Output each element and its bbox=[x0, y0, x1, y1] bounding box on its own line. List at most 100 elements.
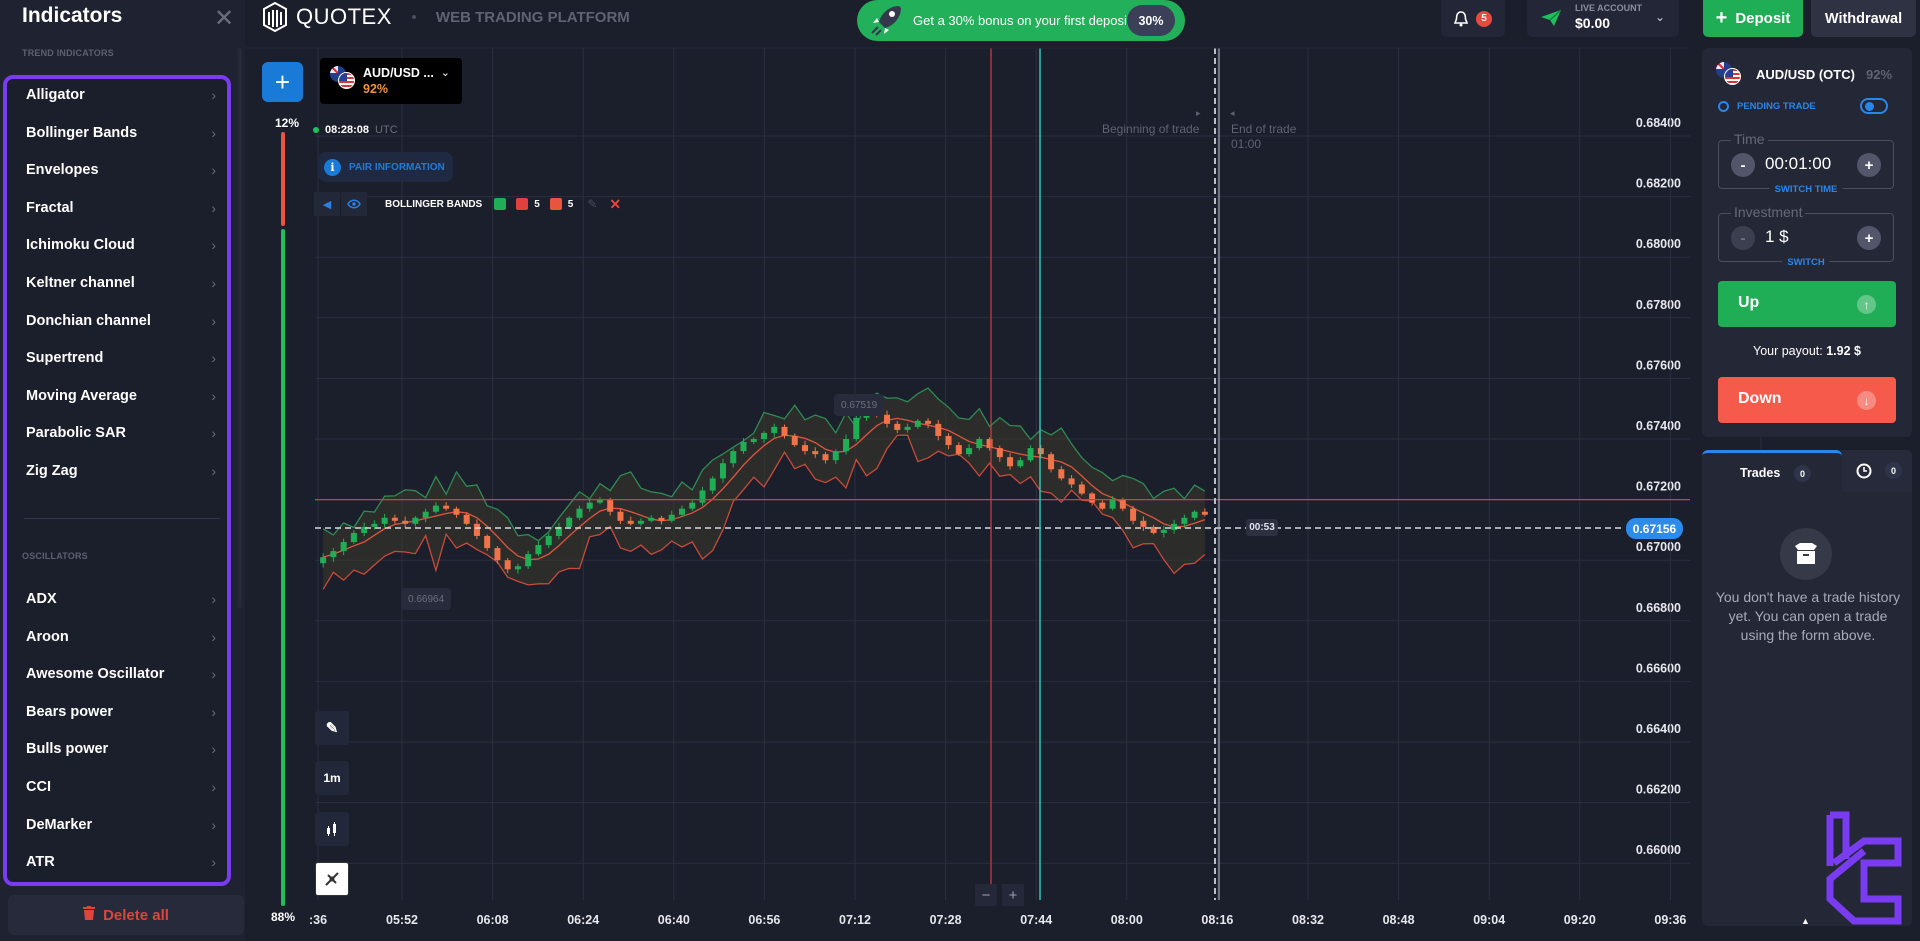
time-value-input[interactable]: 00:01:00 bbox=[1765, 154, 1831, 174]
indicator-item[interactable]: Bears power › bbox=[26, 698, 216, 726]
delete-all-button[interactable]: Delete all bbox=[8, 895, 244, 935]
candle-body bbox=[1058, 469, 1065, 479]
investment-increase-button[interactable]: + bbox=[1857, 226, 1881, 250]
candle-body bbox=[1078, 484, 1085, 494]
indicator-item[interactable]: CCI › bbox=[26, 773, 216, 801]
y-tick-label: 0.66400 bbox=[1636, 722, 1681, 736]
current-price-badge: 0.67156 bbox=[1626, 518, 1683, 539]
indicator-item[interactable]: Awesome Oscillator › bbox=[26, 660, 216, 688]
indicator-item[interactable]: DeMarker › bbox=[26, 811, 216, 839]
candle-body bbox=[966, 448, 973, 455]
trade-asset-name: AUD/USD (OTC) bbox=[1756, 67, 1855, 82]
arrow-up-icon: ↑ bbox=[1857, 295, 1876, 314]
indicators-button[interactable] bbox=[315, 862, 349, 896]
indicator-item-label: Alligator bbox=[26, 87, 85, 103]
account-selector[interactable]: LIVE ACCOUNT $0.00 ⌄ bbox=[1527, 0, 1679, 37]
time-increase-button[interactable]: + bbox=[1857, 153, 1881, 177]
candle-body bbox=[945, 435, 952, 446]
investment-decrease-button[interactable]: - bbox=[1731, 226, 1755, 250]
indicator-item[interactable]: Parabolic SAR › bbox=[26, 419, 216, 447]
indicator-item[interactable]: Aroon › bbox=[26, 623, 216, 651]
indicator-item[interactable]: Zig Zag › bbox=[26, 457, 216, 485]
candle-body bbox=[955, 445, 962, 455]
withdrawal-button[interactable]: Withdrawal bbox=[1811, 0, 1916, 37]
x-tick-label: 06:24 bbox=[567, 913, 599, 927]
candle-body bbox=[1027, 448, 1034, 461]
candle-body bbox=[719, 463, 726, 479]
drawing-tools-button[interactable]: ✎ bbox=[315, 711, 349, 745]
indicator-item[interactable]: Bulls power › bbox=[26, 735, 216, 763]
chevron-right-icon: › bbox=[211, 854, 216, 871]
candle-body bbox=[494, 548, 501, 561]
scrollbar[interactable] bbox=[238, 48, 242, 608]
pencil-icon[interactable]: ✎ bbox=[587, 197, 597, 211]
toggle-visibility-button[interactable] bbox=[341, 192, 367, 216]
candle-body bbox=[473, 523, 480, 536]
candle-body bbox=[432, 505, 439, 512]
remove-indicator-icon[interactable]: ✕ bbox=[609, 196, 621, 213]
pencil-icon: ✎ bbox=[325, 720, 339, 737]
deposit-button[interactable]: + Deposit bbox=[1703, 0, 1803, 37]
indicator-color-swatch-1[interactable] bbox=[494, 198, 507, 210]
switch-time-button[interactable]: SWITCH TIME bbox=[1769, 184, 1843, 195]
indicator-item[interactable]: ADX › bbox=[26, 585, 216, 613]
candle-body bbox=[1171, 523, 1178, 530]
clock-icon bbox=[1718, 101, 1729, 112]
rocket-icon bbox=[871, 6, 901, 36]
promo-banner[interactable]: Get a 30% bonus on your first deposit 30… bbox=[857, 0, 1185, 41]
chevron-right-icon: › bbox=[211, 199, 216, 216]
indicator-item[interactable]: Bollinger Bands › bbox=[26, 119, 216, 147]
y-tick-label: 0.66000 bbox=[1636, 843, 1681, 857]
end-of-trade-time: 01:00 bbox=[1231, 137, 1262, 151]
indicator-item[interactable]: Fractal › bbox=[26, 194, 216, 222]
zoom-in-button[interactable]: + bbox=[1002, 884, 1024, 906]
indicator-item-label: Aroon bbox=[26, 628, 69, 645]
asset-selector[interactable]: AUD/USD ... 92% ⌄ bbox=[320, 58, 462, 104]
zoom-out-button[interactable]: − bbox=[975, 884, 997, 906]
investment-value-input[interactable]: 1 $ bbox=[1765, 227, 1789, 247]
chevron-right-icon: › bbox=[211, 463, 216, 479]
close-icon[interactable]: ✕ bbox=[214, 4, 234, 33]
add-chart-button[interactable]: + bbox=[262, 62, 303, 102]
tab-history[interactable]: 0 bbox=[1842, 450, 1912, 492]
time-decrease-button[interactable]: - bbox=[1731, 153, 1755, 177]
pair-information-button[interactable]: i PAIR INFORMATION bbox=[318, 152, 453, 182]
indicator-item[interactable]: Donchian channel › bbox=[26, 307, 216, 335]
y-tick-label: 0.67600 bbox=[1636, 358, 1681, 372]
indicator-item[interactable]: Alligator › bbox=[26, 81, 216, 109]
sentiment-up-percent: 12% bbox=[275, 116, 300, 130]
chevron-right-icon: › bbox=[211, 703, 216, 720]
indicator-color-swatch-2[interactable] bbox=[516, 198, 529, 210]
up-button[interactable]: Up ↑ bbox=[1718, 281, 1896, 327]
beginning-of-trade-label: Beginning of trade bbox=[1102, 122, 1200, 136]
empty-trades-message: You don't have a trade history yet. You … bbox=[1715, 589, 1901, 643]
expand-arrow-icon[interactable]: ▲ bbox=[1801, 916, 1810, 926]
price-chart[interactable]: 0.68400 0.68200 0.68000 0.67800 0.67600 0.674… bbox=[0, 0, 1920, 941]
candle-body bbox=[525, 554, 532, 567]
indicator-item[interactable]: Keltner channel › bbox=[26, 269, 216, 297]
section-label-oscillators: OSCILLATORS bbox=[22, 551, 88, 561]
switch-investment-button[interactable]: SWITCH bbox=[1782, 257, 1830, 268]
x-tick-label: 07:44 bbox=[1020, 913, 1052, 927]
pending-trade-toggle[interactable] bbox=[1860, 98, 1888, 114]
indicator-item[interactable]: Supertrend › bbox=[26, 344, 216, 372]
indicator-item[interactable]: Moving Average › bbox=[26, 382, 216, 410]
indicator-item[interactable]: Envelopes › bbox=[26, 156, 216, 184]
trash-icon bbox=[83, 906, 96, 924]
plus-icon: + bbox=[274, 66, 291, 97]
brand-name: QUOTEX bbox=[296, 4, 392, 29]
notifications-button[interactable]: 5 bbox=[1441, 0, 1505, 37]
candle-body bbox=[1017, 460, 1024, 467]
promo-text: Get a 30% bonus on your first deposit bbox=[913, 13, 1131, 28]
aud-usd-flags-icon bbox=[330, 66, 358, 92]
indicator-color-swatch-3[interactable] bbox=[549, 198, 562, 210]
indicator-item[interactable]: Ichimoku Cloud › bbox=[26, 231, 216, 259]
indicator-item-label: Bulls power bbox=[26, 741, 109, 758]
indicator-item[interactable]: ATR › bbox=[26, 848, 216, 876]
chart-type-button[interactable] bbox=[315, 812, 349, 846]
collapse-indicator-button[interactable]: ◀ bbox=[314, 192, 340, 216]
tab-trades[interactable]: Trades 0 bbox=[1702, 450, 1842, 492]
timeframe-button[interactable]: 1m bbox=[315, 761, 349, 795]
sentiment-bar-down bbox=[281, 132, 285, 226]
down-button[interactable]: Down ↓ bbox=[1718, 377, 1896, 423]
